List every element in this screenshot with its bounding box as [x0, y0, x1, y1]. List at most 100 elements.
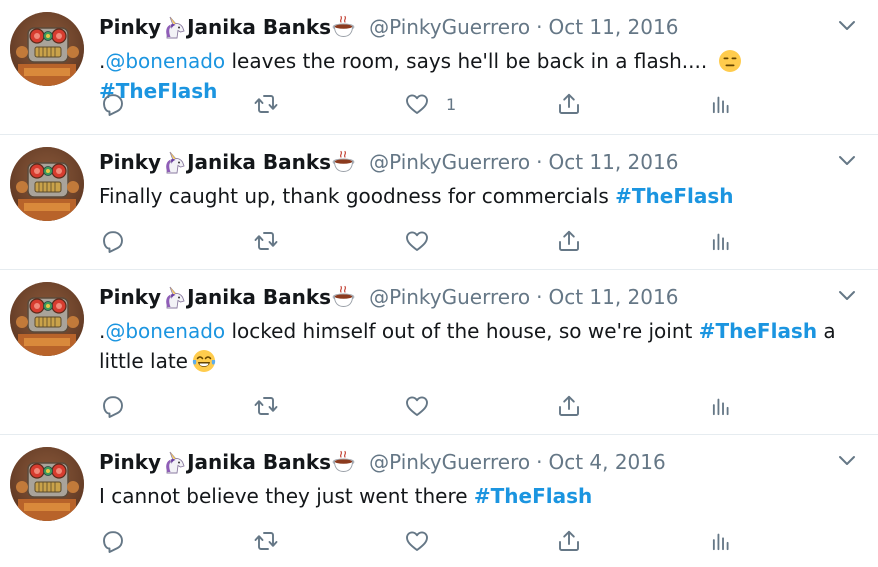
analytics-button[interactable]	[710, 227, 732, 255]
coffee-emoji-icon	[331, 14, 357, 40]
analytics-button[interactable]	[710, 392, 732, 420]
reply-icon	[103, 396, 123, 418]
text-segment: Finally caught up, thank goodness for co…	[99, 184, 616, 208]
display-name-part[interactable]: Pinky	[99, 449, 161, 475]
retweet-button[interactable]	[253, 527, 279, 555]
display-name-part[interactable]: Janika Banks	[187, 284, 331, 310]
display-name-part[interactable]: Janika Banks	[187, 149, 331, 175]
chevron-down-icon[interactable]	[836, 449, 858, 471]
analytics-icon	[712, 233, 729, 251]
reply-button[interactable]	[101, 227, 125, 255]
like-button[interactable]	[404, 227, 430, 255]
like-count: 1	[446, 94, 457, 114]
mention-link[interactable]: @bonenado	[105, 49, 225, 73]
analytics-icon	[712, 533, 729, 551]
heart-icon	[406, 231, 428, 251]
display-name-part[interactable]: Pinky	[99, 149, 161, 175]
heart-icon	[406, 396, 428, 416]
like-button[interactable]	[404, 392, 430, 420]
unicorn-emoji-icon	[161, 449, 187, 475]
separator-dot: ·	[536, 15, 543, 39]
face-with-tears-of-joy-icon	[192, 349, 216, 373]
reply-icon	[103, 231, 123, 253]
tweet-date[interactable]: Oct 11, 2016	[548, 14, 678, 40]
share-icon	[559, 530, 579, 551]
chevron-down-icon[interactable]	[836, 14, 858, 36]
share-button[interactable]	[557, 227, 581, 255]
share-button[interactable]	[557, 392, 581, 420]
tweet-date[interactable]: Oct 11, 2016	[548, 284, 678, 310]
separator-dot: ·	[536, 150, 543, 174]
mention-link[interactable]: @bonenado	[105, 319, 225, 343]
tweet-actions	[99, 527, 739, 555]
avatar[interactable]	[10, 282, 84, 356]
share-icon	[559, 93, 579, 114]
retweet-button[interactable]	[253, 227, 279, 255]
separator-dot: ·	[536, 285, 543, 309]
tweet[interactable]: Pinky Janika Banks @PinkyGuerrero · Oct …	[0, 135, 878, 270]
tweet-header: Pinky Janika Banks @PinkyGuerrero · Oct …	[99, 284, 678, 310]
like-button[interactable]	[404, 527, 430, 555]
text-segment: leaves the room, says he'll be back in a…	[225, 49, 714, 73]
hashtag-link[interactable]: #TheFlash	[615, 184, 733, 208]
analytics-button[interactable]	[710, 527, 732, 555]
retweet-icon	[254, 232, 278, 250]
tweet-actions: 1	[99, 90, 739, 118]
tweet-header: Pinky Janika Banks @PinkyGuerrero · Oct …	[99, 14, 678, 40]
reply-icon	[103, 94, 123, 116]
coffee-emoji-icon	[331, 149, 357, 175]
analytics-icon	[712, 96, 729, 114]
avatar[interactable]	[10, 147, 84, 221]
analytics-button[interactable]	[710, 90, 732, 118]
chevron-down-icon[interactable]	[836, 284, 858, 306]
tweet[interactable]: Pinky Janika Banks @PinkyGuerrero · Oct …	[0, 435, 878, 567]
unicorn-emoji-icon	[161, 149, 187, 175]
display-name-part[interactable]: Pinky	[99, 284, 161, 310]
tweet[interactable]: Pinky Janika Banks @PinkyGuerrero · Oct …	[0, 270, 878, 435]
tweet-actions	[99, 227, 739, 255]
user-handle[interactable]: @PinkyGuerrero	[369, 449, 530, 475]
unicorn-emoji-icon	[161, 14, 187, 40]
tweet-text: .@bonenado locked himself out of the hou…	[99, 316, 839, 376]
share-icon	[559, 395, 579, 416]
reply-icon	[103, 531, 123, 553]
unicorn-emoji-icon	[161, 284, 187, 310]
reply-button[interactable]	[101, 392, 125, 420]
user-handle[interactable]: @PinkyGuerrero	[369, 284, 530, 310]
retweet-icon	[254, 397, 278, 415]
text-segment: locked himself out of the house, so we'r…	[225, 319, 699, 343]
tweet-actions	[99, 392, 739, 420]
user-handle[interactable]: @PinkyGuerrero	[369, 149, 530, 175]
separator-dot: ·	[536, 450, 543, 474]
reply-button[interactable]	[101, 527, 125, 555]
like-button[interactable]: 1	[404, 90, 456, 118]
tweet-date[interactable]: Oct 4, 2016	[548, 449, 665, 475]
tweet-text: I cannot believe they just went there #T…	[99, 481, 839, 511]
share-icon	[559, 230, 579, 251]
coffee-emoji-icon	[331, 449, 357, 475]
analytics-icon	[712, 398, 729, 416]
retweet-button[interactable]	[253, 392, 279, 420]
display-name-part[interactable]: Janika Banks	[187, 449, 331, 475]
heart-icon	[406, 94, 428, 114]
expressionless-face-icon	[718, 49, 742, 73]
retweet-icon	[254, 95, 278, 113]
display-name-part[interactable]: Janika Banks	[187, 14, 331, 40]
chevron-down-icon[interactable]	[836, 149, 858, 171]
user-handle[interactable]: @PinkyGuerrero	[369, 14, 530, 40]
reply-button[interactable]	[101, 90, 125, 118]
tweet-header: Pinky Janika Banks @PinkyGuerrero · Oct …	[99, 149, 678, 175]
display-name-part[interactable]: Pinky	[99, 14, 161, 40]
share-button[interactable]	[557, 527, 581, 555]
tweet-text: Finally caught up, thank goodness for co…	[99, 181, 839, 211]
hashtag-link[interactable]: #TheFlash	[699, 319, 817, 343]
text-segment: I cannot believe they just went there	[99, 484, 474, 508]
avatar[interactable]	[10, 447, 84, 521]
retweet-button[interactable]	[253, 90, 279, 118]
avatar[interactable]	[10, 12, 84, 86]
coffee-emoji-icon	[331, 284, 357, 310]
tweet-date[interactable]: Oct 11, 2016	[548, 149, 678, 175]
hashtag-link[interactable]: #TheFlash	[474, 484, 592, 508]
share-button[interactable]	[557, 90, 581, 118]
tweet[interactable]: Pinky Janika Banks @PinkyGuerrero · Oct …	[0, 0, 878, 135]
